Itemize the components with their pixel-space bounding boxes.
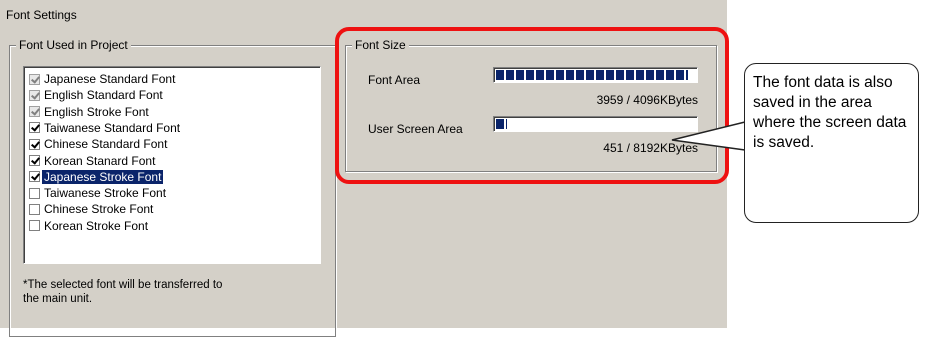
font-list-item[interactable]: Korean Stroke Font — [29, 218, 315, 234]
font-checkbox — [29, 106, 40, 118]
font-checkbox — [29, 73, 40, 85]
font-checkbox[interactable] — [29, 187, 40, 199]
font-item-label: Taiwanese Standard Font — [44, 120, 181, 135]
font-list-item[interactable]: Chinese Stroke Font — [29, 201, 315, 217]
transfer-note-line1: *The selected font will be transferred t… — [23, 279, 223, 291]
font-list-item[interactable]: English Stroke Font — [29, 104, 315, 120]
font-list-item[interactable]: Japanese Standard Font — [29, 71, 315, 87]
font-item-label: English Stroke Font — [44, 104, 149, 119]
callout-note: The font data is also saved in the area … — [744, 63, 919, 223]
transfer-note-line2: the main unit. — [23, 293, 93, 305]
font-used-group-label: Font Used in Project — [16, 38, 131, 52]
font-checkbox[interactable] — [29, 138, 40, 150]
font-item-label: Japanese Standard Font — [44, 72, 176, 86]
font-checkbox[interactable] — [29, 203, 40, 215]
page-title: Font Settings — [6, 8, 77, 22]
font-item-label: Chinese Stroke Font — [44, 202, 154, 217]
font-used-groupbox: Font Used in Project Japanese Standard F… — [9, 38, 336, 337]
font-list-item[interactable]: English Standard Font — [29, 87, 315, 103]
font-size-highlight — [335, 27, 729, 184]
font-item-label: Korean Stanard Font — [44, 153, 156, 168]
font-list[interactable]: Japanese Standard Font English Standard F… — [23, 66, 321, 264]
font-list-item[interactable]: Taiwanese Standard Font — [29, 120, 315, 136]
font-checkbox[interactable] — [29, 220, 40, 232]
font-list-item[interactable]: Japanese Stroke Font — [29, 169, 315, 185]
font-checkbox[interactable] — [29, 171, 40, 183]
font-item-label: Taiwanese Stroke Font — [44, 186, 167, 201]
font-list-item[interactable]: Taiwanese Stroke Font — [29, 185, 315, 201]
transfer-note: *The selected font will be transferred t… — [23, 278, 323, 306]
font-item-label: English Standard Font — [44, 88, 163, 103]
font-item-label: Japanese Stroke Font — [42, 169, 164, 184]
font-checkbox[interactable] — [29, 122, 40, 134]
font-item-label: Korean Stroke Font — [44, 218, 149, 233]
font-checkbox — [29, 89, 40, 101]
font-checkbox[interactable] — [29, 155, 40, 166]
font-item-label: Chinese Standard Font — [44, 137, 168, 152]
font-list-item[interactable]: Korean Stanard Font — [29, 153, 315, 169]
font-list-item[interactable]: Chinese Standard Font — [29, 136, 315, 152]
